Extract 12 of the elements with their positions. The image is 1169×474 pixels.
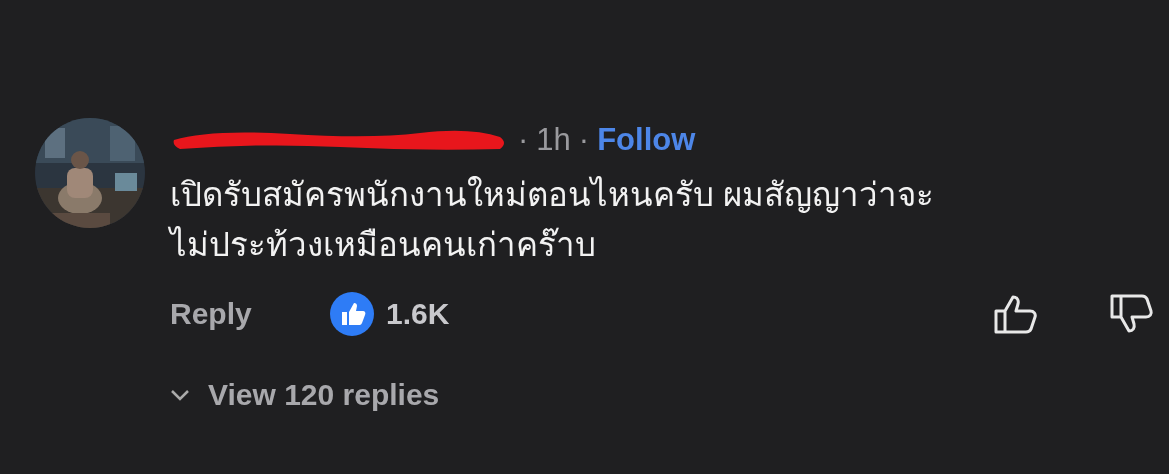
comment-text: เปิดรับสมัครพนักงานใหม่ตอนไหนครับ ผมสัญญาว่าจะ ไม่ประท้วงเหมือนคนเก่าคร๊าบ bbox=[170, 175, 936, 265]
thumbs-up-icon[interactable] bbox=[993, 293, 1039, 335]
separator: · bbox=[578, 122, 590, 158]
like-icon bbox=[330, 292, 374, 336]
follow-link[interactable]: Follow bbox=[597, 122, 696, 158]
view-replies-link[interactable]: View 120 replies bbox=[208, 378, 440, 412]
separator: · bbox=[518, 122, 529, 158]
timestamp: 1h bbox=[536, 122, 571, 158]
reply-link[interactable]: Reply bbox=[170, 297, 330, 331]
chevron-down-icon bbox=[170, 389, 190, 401]
like-count: 1.6K bbox=[386, 297, 450, 331]
thumbs-down-icon[interactable] bbox=[1109, 293, 1155, 335]
